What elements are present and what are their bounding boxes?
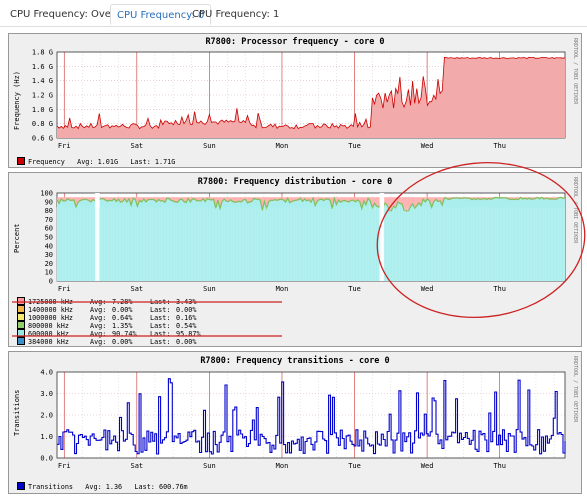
- distribution-y-tick-label: 40: [45, 242, 53, 250]
- frequency-day-label: Sun: [203, 142, 216, 150]
- distribution-y-tick-label: 80: [45, 207, 53, 215]
- distribution-y-tick-label: 60: [45, 225, 53, 233]
- frequency-day-label: Thu: [493, 142, 506, 150]
- distribution-day-label: Fri: [58, 285, 71, 293]
- transitions-legend-label: Transitions: [28, 483, 74, 491]
- distribution-legend-row: 384000 kHz Avg: 0.00% Last: 0.00%: [17, 337, 196, 346]
- transitions-day-label: Thu: [493, 462, 506, 470]
- legend-last-label: Last:: [150, 338, 171, 346]
- frequency-legend-swatch: [17, 157, 25, 165]
- legend-avg: 0.00%: [112, 338, 133, 346]
- transitions-day-label: Sat: [131, 462, 144, 470]
- frequency-legend-label: Frequency: [28, 158, 65, 166]
- transitions-day-label: Wed: [421, 462, 434, 470]
- frequency-y-tick-label: 0.8 G: [32, 120, 53, 128]
- distribution-day-label: Wed: [421, 285, 434, 293]
- distribution-day-label: Sun: [203, 285, 216, 293]
- transitions-y-tick-label: 0.0: [40, 455, 53, 463]
- frequency-legend-avg: 1.01G: [97, 158, 119, 166]
- transitions-y-tick-label: 2.0: [40, 412, 53, 420]
- transitions-day-label: Mon: [276, 462, 289, 470]
- legend-swatch: [17, 321, 25, 329]
- legend-label: 384000 kHz: [28, 338, 69, 346]
- transitions-graph-panel: R7800: Frequency transitions - core 0 Tr…: [8, 351, 582, 494]
- distribution-data-gap: [379, 193, 385, 281]
- transitions-day-label: Fri: [58, 462, 71, 470]
- distribution-day-label: Mon: [276, 285, 289, 293]
- distribution-day-label: Thu: [493, 285, 506, 293]
- distribution-y-tick-label: 50: [45, 234, 53, 242]
- transitions-legend: Transitions Avg: 1.36 Last: 600.76m: [17, 482, 188, 491]
- frequency-day-label: Mon: [276, 142, 289, 150]
- distribution-y-tick-label: 90: [45, 198, 53, 206]
- legend-swatch: [17, 305, 25, 313]
- frequency-legend-last: 1.71G: [154, 158, 176, 166]
- legend-avg-label: Avg:: [90, 338, 107, 346]
- frequency-y-tick-label: 1.0 G: [32, 106, 53, 114]
- transitions-y-tick-label: 4.0: [40, 369, 53, 377]
- frequency-graph-panel: R7800: Processor frequency - core 0 Freq…: [8, 33, 582, 168]
- distribution-day-label: Tue: [348, 285, 361, 293]
- legend-swatch: [17, 313, 25, 321]
- transitions-day-label: Tue: [348, 462, 361, 470]
- frequency-legend: Frequency Avg: 1.01G Last: 1.71G: [17, 157, 175, 166]
- distribution-day-label: Sat: [131, 285, 144, 293]
- frequency-y-tick-label: 1.2 G: [32, 92, 53, 100]
- frequency-y-tick-label: 0.6 G: [32, 135, 53, 143]
- frequency-legend-last-label: Last:: [130, 158, 151, 166]
- transitions-y-tick-label: 1.0: [40, 433, 53, 441]
- distribution-y-tick-label: 20: [45, 260, 53, 268]
- transitions-day-label: Sun: [203, 462, 216, 470]
- frequency-y-tick-label: 1.8 G: [32, 49, 53, 57]
- transitions-legend-last-label: Last:: [134, 483, 155, 491]
- frequency-day-label: Tue: [348, 142, 361, 150]
- frequency-chart: 0.6 G 0.8 G 1.0 G 1.2 G 1.4 G 1.6 G 1.8 G Fri Sa…: [9, 34, 583, 173]
- frequency-y-tick-label: 1.6 G: [32, 63, 53, 71]
- transitions-legend-last: 600.76m: [158, 483, 188, 491]
- legend-swatch: [17, 297, 25, 305]
- distribution-y-tick-label: 30: [45, 251, 53, 259]
- distribution-y-tick-label: 10: [45, 269, 53, 277]
- legend-last: 0.00%: [176, 338, 197, 346]
- transitions-legend-swatch: [17, 482, 25, 490]
- frequency-day-label: Wed: [421, 142, 434, 150]
- legend-swatch: [17, 329, 25, 337]
- transitions-legend-avg: 1.36: [105, 483, 123, 491]
- frequency-day-label: Fri: [58, 142, 71, 150]
- frequency-svg: 0.6 G 0.8 G 1.0 G 1.2 G 1.4 G 1.6 G 1.8 G Fri Sa…: [32, 49, 566, 150]
- frequency-y-tick-label: 1.4 G: [32, 77, 53, 85]
- transitions-svg: 0.0 1.0 2.0 3.0 4.0 Fri Sat Sun Mon Tue Wed Thu: [40, 369, 566, 470]
- frequency-day-label: Sat: [131, 142, 144, 150]
- distribution-y-tick-label: 0: [49, 278, 53, 286]
- distribution-graph-panel: R7800: Frequency distribution - core 0 P…: [8, 172, 582, 347]
- tab-core-1[interactable]: CPU Frequency: 1: [186, 4, 285, 25]
- legend-swatch: [17, 337, 25, 345]
- distribution-y-tick-label: 70: [45, 216, 53, 224]
- frequency-legend-avg-label: Avg:: [77, 158, 94, 166]
- tab-bar: CPU Frequency: Overview CPU Frequency: 0…: [0, 0, 587, 27]
- transitions-y-tick-label: 3.0: [40, 390, 53, 398]
- distribution-y-tick-label: 100: [40, 190, 53, 198]
- transitions-legend-avg-label: Avg:: [85, 483, 102, 491]
- transitions-chart: 0.0 1.0 2.0 3.0 4.0 Fri Sat Sun Mon Tue Wed Thu: [9, 352, 583, 499]
